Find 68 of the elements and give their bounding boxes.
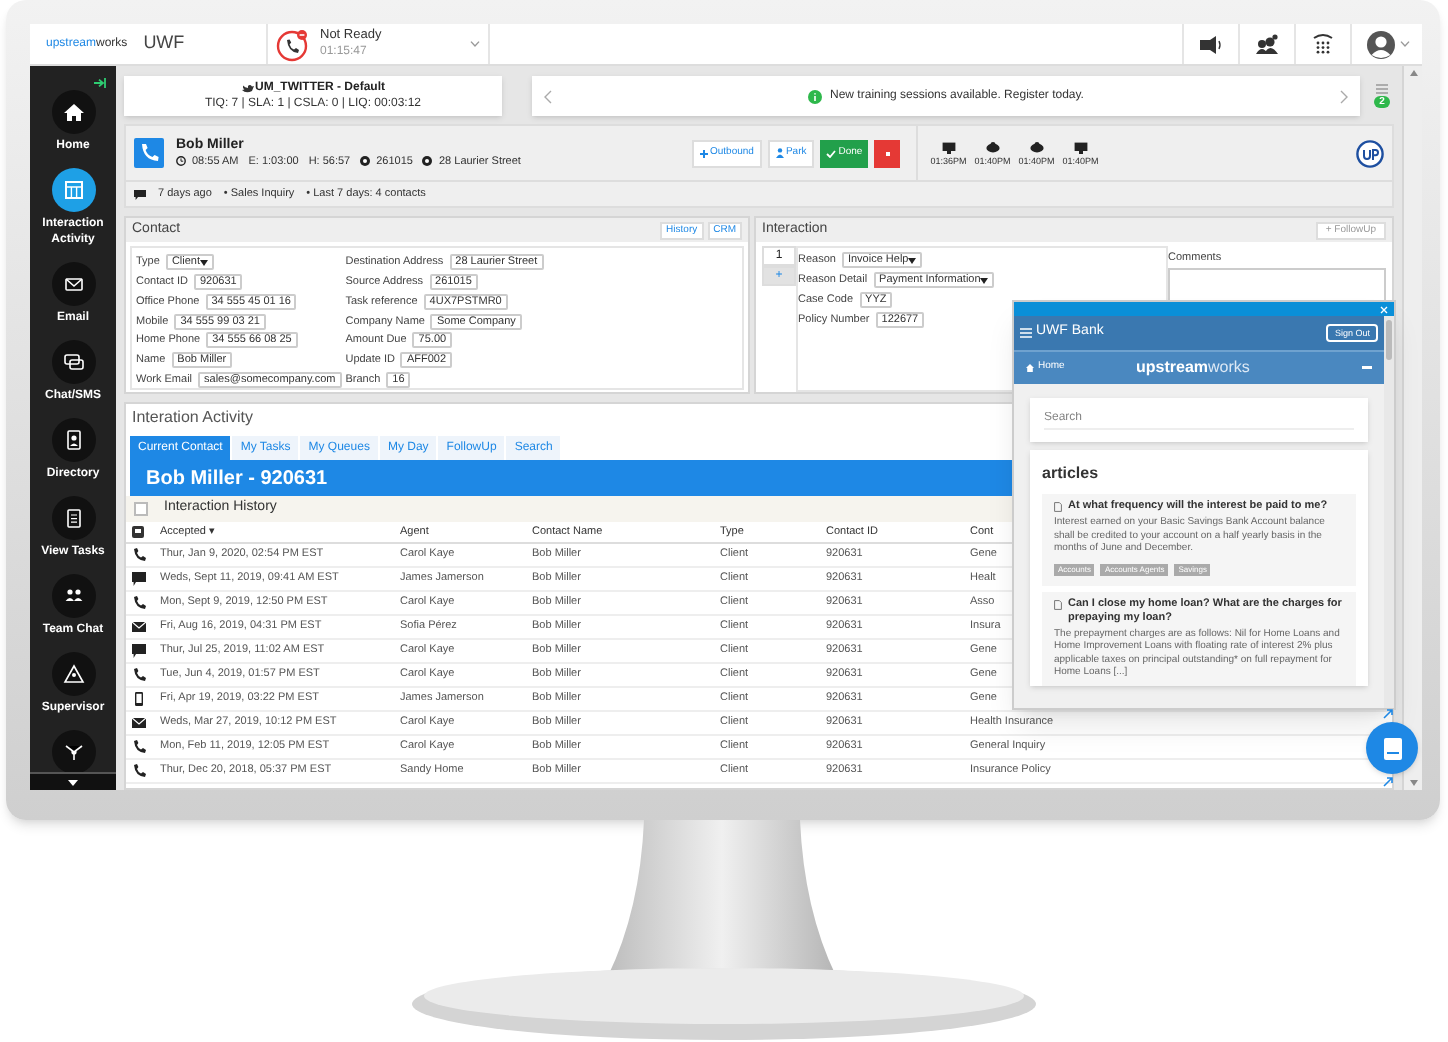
bird-icon	[241, 83, 253, 93]
document-icon	[1054, 599, 1062, 609]
chevron-down-icon	[1399, 40, 1409, 48]
brand-logo: upstreamworks	[1136, 356, 1252, 380]
avatar-icon	[1365, 29, 1395, 59]
disc-icon	[360, 156, 371, 166]
book-icon	[1383, 737, 1401, 759]
pin-icon	[94, 78, 108, 88]
checkbox[interactable]	[134, 502, 148, 516]
contact-card-icon	[61, 428, 85, 452]
blob-icon	[1029, 141, 1044, 153]
app-name: UWF	[143, 30, 185, 57]
blob-icon	[985, 141, 1000, 153]
caret-down-icon	[1409, 780, 1417, 786]
caret-down-icon	[68, 779, 78, 785]
clipboard-icon	[61, 506, 85, 530]
article-card[interactable]	[1042, 494, 1356, 585]
info-icon	[808, 89, 823, 103]
chevron-left-icon	[544, 89, 552, 103]
scrollbar[interactable]	[1402, 66, 1422, 790]
monitor-icon	[941, 141, 956, 153]
caret-down-icon	[908, 257, 917, 264]
envelope-icon	[61, 272, 85, 296]
phone-icon	[134, 138, 164, 168]
expand-icon	[1382, 708, 1394, 720]
keypad-icon	[1310, 31, 1336, 57]
caret-up-icon	[1409, 70, 1417, 76]
envelope-icon	[132, 716, 146, 730]
grid-icon	[61, 178, 85, 202]
stop-button[interactable]	[874, 139, 901, 167]
phone-icon	[132, 668, 146, 682]
home-icon	[1026, 364, 1034, 372]
phone-icon	[132, 596, 146, 610]
check-icon	[826, 149, 837, 157]
comment-icon	[132, 644, 146, 658]
scroll-down-button[interactable]	[30, 772, 116, 790]
list-icon	[1376, 84, 1388, 94]
chat-bubbles-icon	[61, 350, 85, 374]
plus-icon	[700, 149, 708, 157]
article-card[interactable]	[1042, 591, 1356, 685]
home-icon	[61, 100, 85, 124]
monitor-icon	[1073, 141, 1088, 153]
person-icon	[775, 148, 784, 158]
caret-down-icon	[200, 259, 208, 266]
comment-icon	[132, 572, 146, 586]
megaphone-icon	[1198, 31, 1224, 57]
mobile-icon	[132, 692, 146, 706]
scrollbar[interactable]	[1384, 316, 1394, 708]
chevron-right-icon	[1340, 89, 1348, 103]
expand-icon	[1382, 776, 1394, 788]
group-icon	[1254, 31, 1280, 57]
clock-icon	[176, 156, 186, 166]
document-icon	[1054, 502, 1062, 512]
menu-icon	[1020, 328, 1032, 338]
channel-icon	[132, 526, 144, 538]
envelope-icon	[132, 620, 146, 634]
phone-icon	[132, 548, 146, 562]
section-heading: articles	[1042, 462, 1101, 486]
close-icon	[1380, 305, 1388, 313]
pyramid-icon	[61, 662, 85, 686]
network-icon	[61, 740, 85, 764]
minimize-icon	[1362, 366, 1372, 370]
caret-down-icon	[980, 277, 989, 284]
panel-title: Interation Activity	[130, 406, 255, 430]
circle-logo-icon	[1356, 139, 1384, 167]
chevron-down-icon	[470, 40, 480, 48]
comment-icon	[134, 189, 146, 199]
disc-icon	[422, 156, 433, 166]
